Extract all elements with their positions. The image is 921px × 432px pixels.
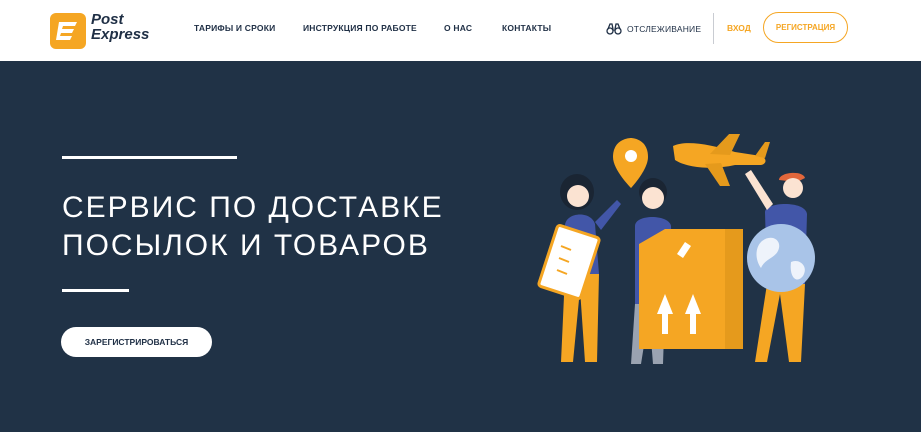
logo-text-line2: Express bbox=[91, 26, 150, 43]
logo-text-line1: Post bbox=[91, 11, 124, 28]
tracking-label: ОТСЛЕЖИВАНИЕ bbox=[627, 24, 702, 34]
post-express-logo-icon bbox=[50, 13, 86, 49]
woman-figure bbox=[537, 174, 621, 362]
logo[interactable]: Post Express bbox=[48, 10, 149, 52]
nav-instructions[interactable]: ИНСТРУКЦИЯ ПО РАБОТЕ bbox=[303, 23, 417, 33]
hero-title: СЕРВИС ПО ДОСТАВКЕ ПОСЫЛОК И ТОВАРОВ bbox=[62, 189, 444, 265]
register-button[interactable]: РЕГИСТРАЦИЯ bbox=[763, 12, 848, 43]
nav-contacts[interactable]: КОНТАКТЫ bbox=[502, 23, 551, 33]
site-header: Post Express ТАРИФЫ И СРОКИ ИНСТРУКЦИЯ П… bbox=[0, 0, 921, 61]
hero-line-top bbox=[62, 156, 237, 159]
hero-title-line2: ПОСЫЛОК И ТОВАРОВ bbox=[62, 229, 430, 262]
header-divider bbox=[713, 13, 714, 44]
logo-text: Post Express bbox=[91, 12, 149, 42]
register-cta-button[interactable]: ЗАРЕГИСТРИРОВАТЬСЯ bbox=[61, 327, 212, 357]
nav-tariffs[interactable]: ТАРИФЫ И СРОКИ bbox=[194, 23, 275, 33]
nav-about[interactable]: О НАС bbox=[444, 23, 472, 33]
hero-section: СЕРВИС ПО ДОСТАВКЕ ПОСЫЛОК И ТОВАРОВ ЗАР… bbox=[0, 61, 921, 432]
package-box-icon bbox=[639, 229, 743, 349]
globe-man-figure bbox=[745, 170, 815, 362]
delivery-illustration bbox=[537, 134, 815, 364]
hero-line-bottom bbox=[62, 289, 129, 292]
login-link[interactable]: ВХОД bbox=[727, 23, 751, 33]
location-pin-icon bbox=[613, 138, 648, 188]
tracking-link[interactable]: ОТСЛЕЖИВАНИЕ bbox=[606, 21, 701, 37]
hero-title-line1: СЕРВИС ПО ДОСТАВКЕ bbox=[62, 191, 444, 224]
binoculars-icon bbox=[606, 23, 622, 35]
